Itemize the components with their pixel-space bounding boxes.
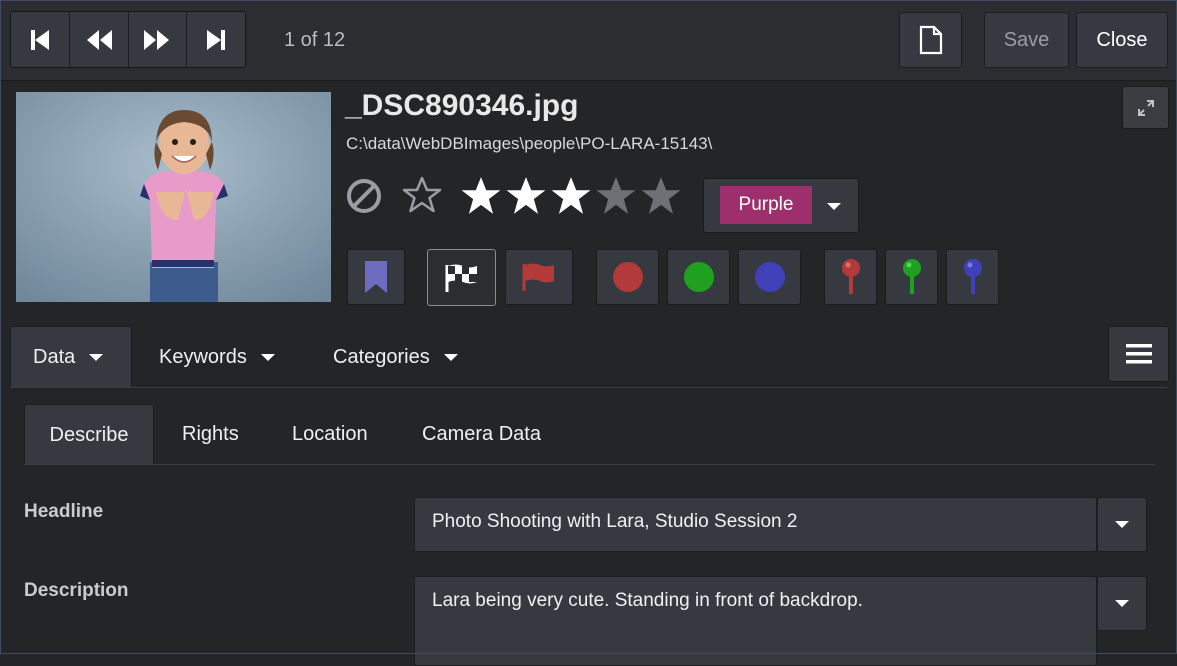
red-flag-button[interactable] [505,249,573,305]
photo-image [16,92,331,302]
red-flag-icon [522,263,554,291]
green-pin-icon [902,259,921,294]
blue-dot-button[interactable] [738,249,801,305]
rating-star-icon[interactable] [595,175,637,217]
blue-pin-button[interactable] [946,249,999,305]
checkered-flag-button[interactable] [427,249,496,306]
file-name: _DSC890346.jpg [345,89,579,122]
description-dropdown-button[interactable] [1097,576,1147,631]
previous-button[interactable] [70,12,129,67]
skip-first-icon [30,29,49,50]
save-button[interactable]: Save [984,12,1069,68]
bookmark-button[interactable] [347,249,405,305]
green-pin-button[interactable] [885,249,938,305]
file-path: C:\data\WebDBImages\people\PO-LARA-15143… [346,134,713,153]
star-rating[interactable] [460,175,690,217]
rating-star-icon[interactable] [550,175,592,217]
blue-dot-icon [754,262,785,292]
color-label-dropdown[interactable]: Purple [703,178,859,233]
red-pin-icon [841,259,860,294]
bookmark-icon [365,261,387,293]
navigation-group [10,11,246,68]
close-button[interactable]: Close [1076,12,1168,68]
expand-icon [1137,99,1154,116]
red-pin-button[interactable] [824,249,877,305]
record-counter: 1 of 12 [284,29,346,51]
rating-star-icon[interactable] [460,175,502,217]
clear-rating-star-icon[interactable] [402,175,442,215]
new-document-button[interactable] [899,12,962,68]
red-dot-button[interactable] [596,249,659,305]
tab-categories[interactable]: Categories [333,326,458,388]
next-button[interactable] [129,12,188,67]
tab-data[interactable]: Data [10,326,132,388]
blue-pin-icon [963,259,982,294]
document-icon [919,25,942,55]
subtab-describe[interactable]: Describe [24,404,154,465]
first-button[interactable] [11,12,70,67]
tab-divider [10,387,1167,388]
headline-label: Headline [24,501,104,522]
subtab-divider [24,464,1155,465]
reject-icon[interactable] [345,177,383,215]
subtab-location[interactable]: Location [292,404,368,465]
subtab-rights[interactable]: Rights [182,404,239,465]
headline-input[interactable]: Photo Shooting with Lara, Studio Session… [414,497,1097,552]
chevron-down-icon [260,353,275,361]
fast-forward-icon [144,29,170,50]
green-dot-icon [683,262,714,292]
headline-dropdown-button[interactable] [1097,497,1147,552]
checkered-flag-icon [445,264,477,292]
chevron-down-icon [827,203,841,210]
subtab-camera-data[interactable]: Camera Data [422,404,541,465]
rating-star-icon[interactable] [640,175,682,217]
chevron-down-icon [1115,521,1129,528]
tab-keywords-label: Keywords [159,345,247,368]
description-textarea[interactable]: Lara being very cute. Standing in front … [414,576,1097,666]
description-label: Description [24,580,129,601]
tab-keywords[interactable]: Keywords [159,326,275,388]
red-dot-icon [612,262,643,292]
green-dot-button[interactable] [667,249,730,305]
hamburger-menu-icon [1125,344,1152,364]
rating-star-icon[interactable] [505,175,547,217]
last-button[interactable] [187,12,245,67]
skip-last-icon [207,29,226,50]
chevron-down-icon [1115,600,1129,607]
tab-data-label: Data [33,346,76,368]
rewind-icon [86,29,112,50]
chevron-down-icon [89,354,104,361]
expand-button[interactable] [1122,86,1169,129]
image-thumbnail[interactable] [16,92,331,302]
menu-button[interactable] [1108,326,1169,382]
color-label-chip: Purple [720,186,812,224]
chevron-down-icon [443,353,458,361]
tab-categories-label: Categories [333,345,430,368]
